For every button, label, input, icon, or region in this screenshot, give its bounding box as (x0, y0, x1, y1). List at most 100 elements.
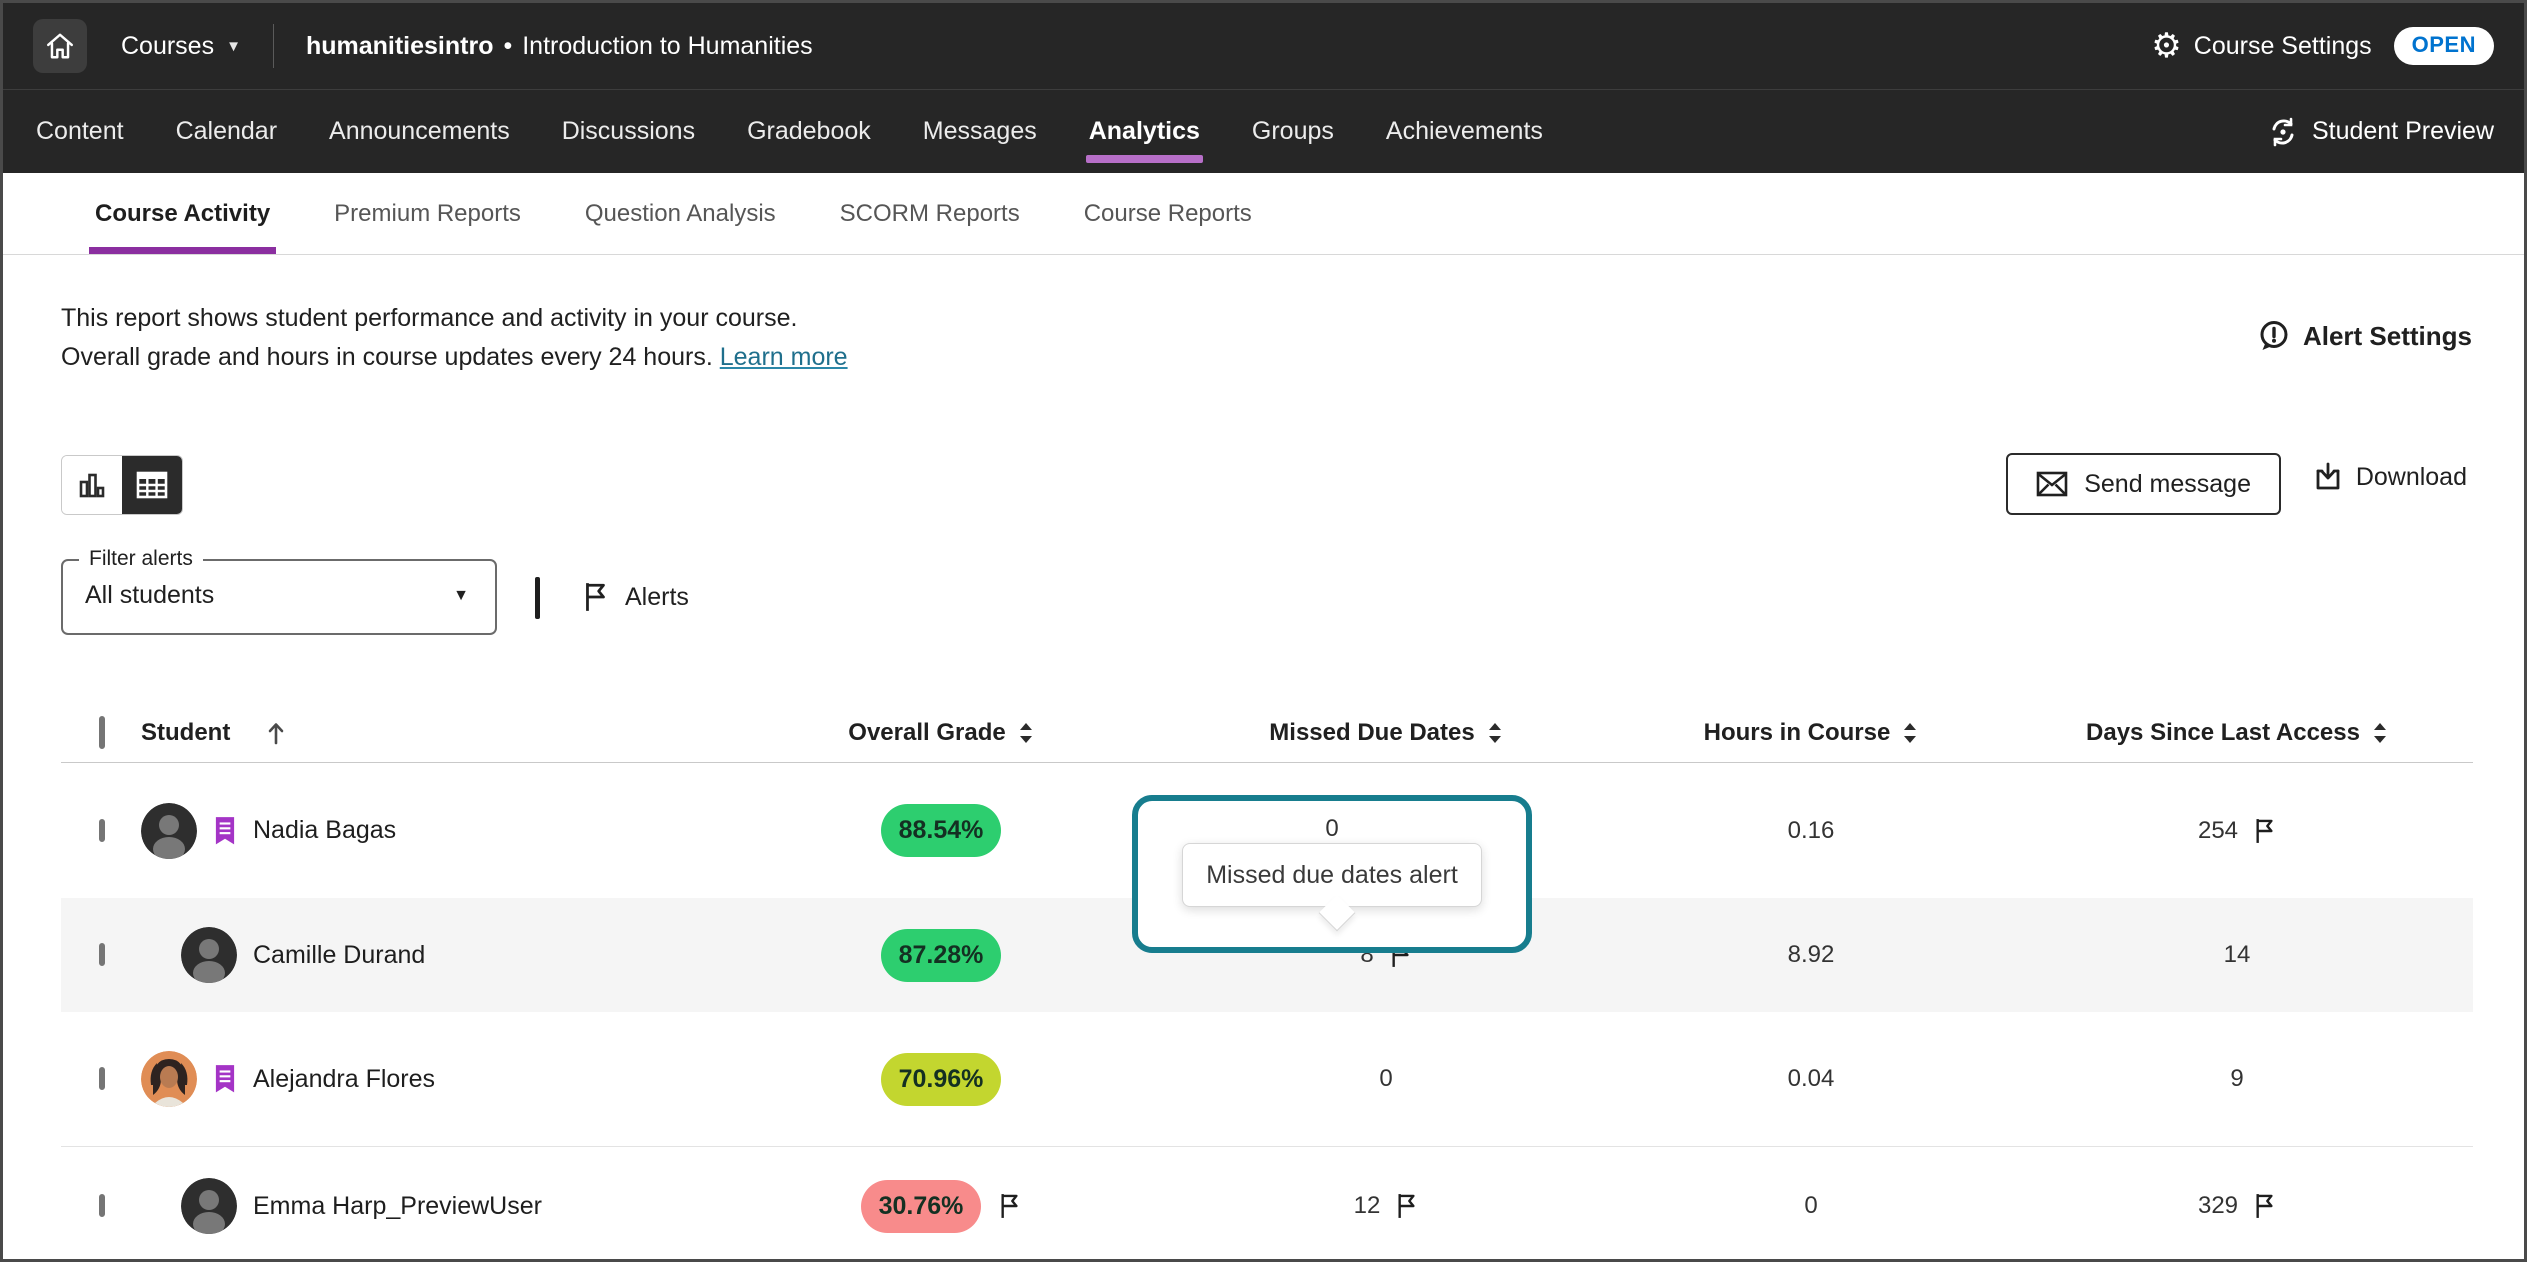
alerts-filter-label: Alerts (625, 583, 689, 612)
table-row: Alejandra Flores 70.96% 0 0.04 9 (61, 1012, 2473, 1147)
tab-course-reports[interactable]: Course Reports (1078, 173, 1258, 254)
days-since-last-access-cell: 9 (2001, 1065, 2473, 1093)
row-checkbox[interactable] (99, 943, 105, 966)
student-preview-button[interactable]: Student Preview (2267, 90, 2494, 173)
table-view-button[interactable] (122, 456, 182, 514)
caret-down-icon: ▼ (226, 38, 241, 55)
column-header-hours-in-course[interactable]: Hours in Course (1621, 719, 2001, 747)
column-header-overall-grade[interactable]: Overall Grade (731, 719, 1151, 747)
dropdown-caret-icon: ▼ (453, 587, 469, 605)
report-description: This report shows student performance an… (61, 299, 848, 377)
analytics-subnav: Course Activity Premium Reports Question… (3, 173, 2524, 255)
hours-in-course-cell: 0.16 (1621, 817, 2001, 845)
column-header-student[interactable]: Student (141, 719, 731, 747)
tab-discussions[interactable]: Discussions (559, 90, 698, 173)
bar-chart-icon (74, 467, 110, 503)
tab-announcements[interactable]: Announcements (326, 90, 513, 173)
select-all-checkbox[interactable] (99, 716, 105, 749)
student-name-link[interactable]: Emma Harp_PreviewUser (253, 1192, 542, 1221)
grade-badge: 87.28% (881, 929, 1002, 982)
topbar: Courses ▼ humanitiesintro • Introduction… (3, 3, 2524, 89)
download-label: Download (2356, 463, 2467, 492)
send-message-label: Send message (2084, 470, 2251, 499)
table-row: Emma Harp_PreviewUser 30.76% 12 0 329 (61, 1147, 2473, 1262)
tab-scorm-reports[interactable]: SCORM Reports (834, 173, 1026, 254)
course-open-status-badge[interactable]: OPEN (2394, 27, 2494, 65)
sort-icon (1487, 721, 1503, 745)
student-name-link[interactable]: Alejandra Flores (253, 1065, 435, 1094)
tab-question-analysis[interactable]: Question Analysis (579, 173, 782, 254)
sort-ascending-icon (266, 720, 286, 746)
alert-flag-icon (2254, 1192, 2276, 1220)
grade-badge: 30.76% (861, 1180, 982, 1233)
gear-icon: ⚙ (2151, 29, 2181, 63)
student-name-link[interactable]: Camille Durand (253, 941, 425, 970)
table-header-row: Student Overall Grade Missed Due Dates (61, 703, 2473, 763)
grade-badge: 88.54% (881, 804, 1002, 857)
filter-alerts-select[interactable]: Filter alerts All students ▼ (61, 559, 497, 635)
alert-settings-label: Alert Settings (2303, 321, 2472, 352)
column-header-missed-due-dates[interactable]: Missed Due Dates (1151, 719, 1621, 747)
tab-achievements[interactable]: Achievements (1383, 90, 1546, 173)
courses-menu-label: Courses (121, 32, 214, 61)
filter-alerts-value: All students (85, 581, 214, 610)
tab-gradebook[interactable]: Gradebook (744, 90, 874, 173)
chart-view-button[interactable] (62, 456, 122, 514)
hours-in-course-cell: 0 (1621, 1192, 2001, 1220)
highlighted-cell-value: 0 (1138, 815, 1526, 843)
send-message-button[interactable]: Send message (2006, 453, 2281, 515)
home-button[interactable] (33, 19, 87, 73)
row-checkbox[interactable] (99, 1194, 105, 1217)
row-checkbox[interactable] (99, 1067, 105, 1090)
avatar-photo (141, 1051, 197, 1107)
missed-due-dates-tooltip: Missed due dates alert (1182, 843, 1482, 907)
tab-analytics[interactable]: Analytics (1086, 90, 1203, 173)
report-description-line2: Overall grade and hours in course update… (61, 343, 713, 371)
breadcrumb: humanitiesintro • Introduction to Humani… (306, 32, 813, 61)
student-name-link[interactable]: Nadia Bagas (253, 816, 396, 845)
tab-calendar[interactable]: Calendar (173, 90, 280, 173)
avatar (181, 1178, 237, 1234)
missed-due-dates-cell: 0 (1151, 1065, 1621, 1093)
course-settings-button[interactable]: ⚙ Course Settings (2151, 29, 2371, 63)
student-preview-label: Student Preview (2312, 117, 2494, 146)
tab-premium-reports[interactable]: Premium Reports (328, 173, 527, 254)
envelope-icon (2036, 471, 2068, 497)
avatar (181, 927, 237, 983)
sort-icon (2372, 721, 2388, 745)
missed-due-dates-cell: 12 (1151, 1192, 1621, 1220)
alert-bubble-icon (2257, 319, 2291, 353)
download-button[interactable]: Download (2312, 461, 2467, 493)
alert-flag-icon (1396, 1192, 1418, 1220)
column-header-days-since-last-access[interactable]: Days Since Last Access (2001, 719, 2473, 747)
view-toggle (61, 455, 183, 515)
filter-separator (535, 577, 540, 619)
course-navbar: Content Calendar Announcements Discussio… (3, 89, 2524, 173)
home-icon (45, 31, 75, 61)
tab-groups[interactable]: Groups (1249, 90, 1337, 173)
tab-messages[interactable]: Messages (920, 90, 1040, 173)
note-ribbon-icon (213, 816, 237, 846)
topbar-divider (273, 24, 274, 68)
hours-in-course-cell: 8.92 (1621, 941, 2001, 969)
courses-menu-button[interactable]: Courses ▼ (121, 32, 241, 61)
days-since-last-access-cell: 254 (2001, 817, 2473, 845)
alerts-filter-button[interactable]: Alerts (583, 581, 689, 613)
table-grid-icon (133, 466, 171, 504)
course-settings-label: Course Settings (2194, 32, 2372, 61)
course-code: humanitiesintro (306, 32, 494, 61)
note-ribbon-icon (213, 1064, 237, 1094)
tab-course-activity[interactable]: Course Activity (89, 173, 276, 254)
alert-settings-button[interactable]: Alert Settings (2257, 319, 2472, 353)
avatar (141, 803, 197, 859)
learn-more-link[interactable]: Learn more (720, 343, 848, 371)
row-checkbox[interactable] (99, 819, 105, 842)
filter-alerts-label: Filter alerts (79, 547, 203, 571)
alert-flag-icon (2254, 817, 2276, 845)
analytics-course-activity-page: Courses ▼ humanitiesintro • Introduction… (0, 0, 2527, 1262)
breadcrumb-separator: • (503, 32, 512, 61)
alert-flag-icon (999, 1192, 1021, 1220)
tab-content[interactable]: Content (33, 90, 127, 173)
days-since-last-access-cell: 14 (2001, 941, 2473, 969)
student-activity-table: Student Overall Grade Missed Due Dates (61, 703, 2473, 1262)
